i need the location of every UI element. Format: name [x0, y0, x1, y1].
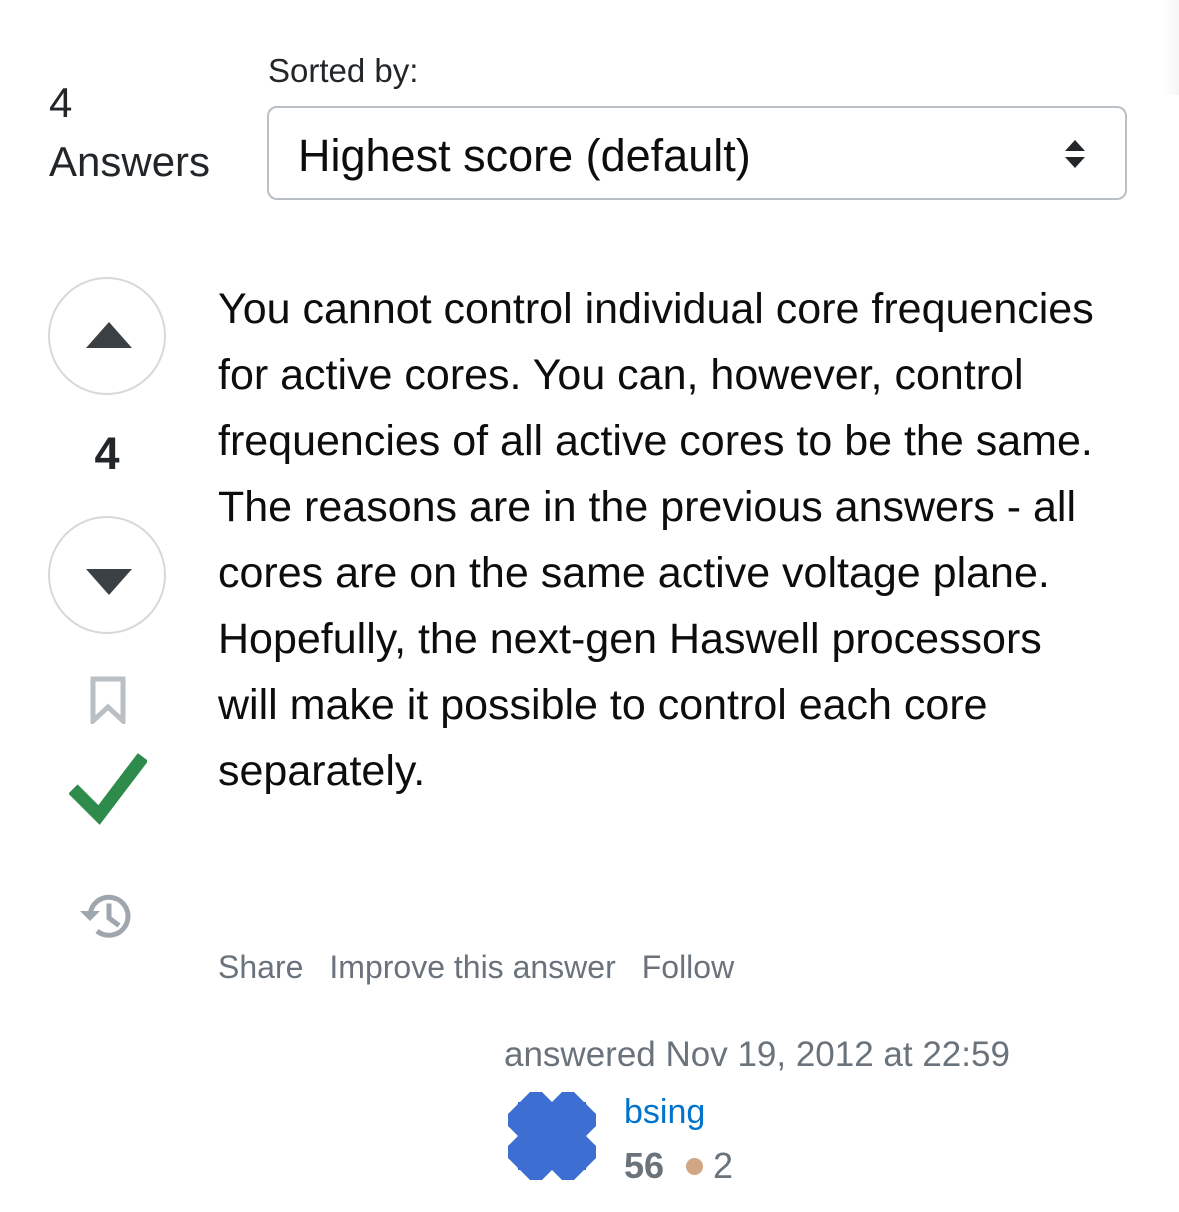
avatar[interactable]: [504, 1088, 600, 1184]
answers-count: 4 Answers: [49, 73, 210, 191]
downvote-button[interactable]: [48, 516, 166, 634]
vote-count: 4: [94, 428, 120, 479]
identicon-icon: [504, 1088, 600, 1184]
sort-label: Sorted by:: [268, 52, 419, 89]
triangle-up-icon: [86, 322, 132, 348]
history-icon[interactable]: [78, 889, 136, 950]
improve-answer-link[interactable]: Improve this answer: [329, 949, 615, 986]
reputation-line: 56 2: [624, 1145, 733, 1187]
sort-select-value: Highest score (default): [298, 130, 751, 181]
sort-select[interactable]: Highest score (default): [267, 106, 1127, 200]
sort-arrows-icon: [1063, 138, 1087, 170]
answers-count-number: 4: [49, 79, 73, 126]
answer-body: You cannot control individual core frequ…: [218, 285, 1094, 795]
bronze-badge-icon: [686, 1157, 704, 1175]
scrollbar-edge: [1165, 0, 1179, 95]
upvote-button[interactable]: [48, 277, 166, 395]
bookmark-icon[interactable]: [89, 676, 127, 729]
triangle-down-icon: [86, 569, 132, 595]
checkmark-icon: [68, 751, 149, 830]
username-link[interactable]: bsing: [624, 1093, 705, 1132]
answered-time: answered Nov 19, 2012 at 22:59: [504, 1035, 1010, 1074]
reputation-score: 56: [624, 1145, 665, 1186]
post-menu: Share Improve this answer Follow: [218, 949, 734, 986]
answers-count-label: Answers: [49, 138, 211, 185]
bronze-badge-count: 2: [713, 1145, 734, 1186]
follow-link[interactable]: Follow: [642, 949, 734, 986]
share-link[interactable]: Share: [218, 949, 303, 986]
